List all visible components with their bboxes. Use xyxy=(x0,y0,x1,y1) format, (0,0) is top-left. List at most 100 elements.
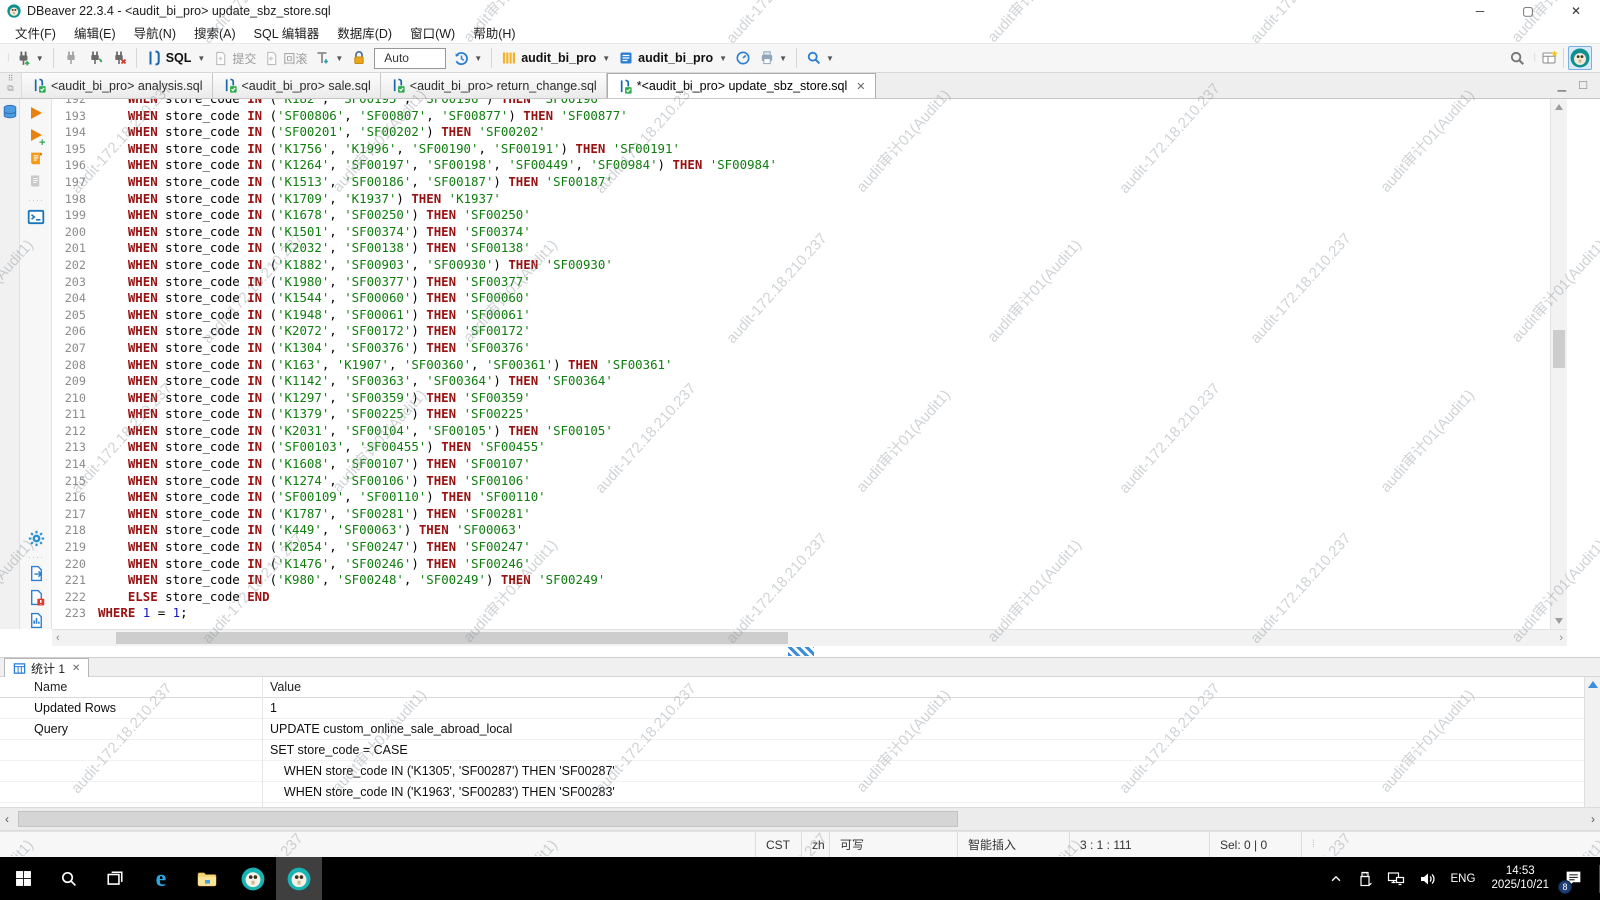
taskbar-dbeaver-button[interactable] xyxy=(230,857,276,900)
column-header-name[interactable]: Name xyxy=(0,680,262,694)
menu-item-3[interactable]: 搜索(A) xyxy=(185,21,245,44)
editor-tab-1[interactable]: <audit_bi_pro> sale.sql xyxy=(213,73,381,98)
code-line-213[interactable]: 213 WHEN store_code IN ('SF00103', 'SF00… xyxy=(52,439,1550,456)
editor-tab-3[interactable]: *<audit_bi_pro> update_sbz_store.sql✕ xyxy=(607,73,876,98)
sql-console-button[interactable] xyxy=(20,208,52,226)
code-line-217[interactable]: 217 WHEN store_code IN ('K1787', 'SF0028… xyxy=(52,506,1550,523)
code-line-198[interactable]: 198 WHEN store_code IN ('K1709', 'K1937'… xyxy=(52,191,1550,208)
task-view-button[interactable] xyxy=(92,857,138,900)
code-line-195[interactable]: 195 WHEN store_code IN ('K1756', 'K1996'… xyxy=(52,141,1550,158)
results-vertical-scrollbar[interactable] xyxy=(1584,677,1600,807)
code-line-221[interactable]: 221 WHEN store_code IN ('K980', 'SF00248… xyxy=(52,572,1550,589)
scroll-down-arrow-icon[interactable] xyxy=(1555,618,1563,624)
code-line-203[interactable]: 203 WHEN store_code IN ('K1980', 'SF0037… xyxy=(52,274,1550,291)
scrollbar-thumb[interactable] xyxy=(116,632,788,644)
execute-script-button[interactable] xyxy=(20,151,52,168)
editor-tab-0[interactable]: <audit_bi_pro> analysis.sql xyxy=(22,73,213,98)
grid-row-0[interactable]: Updated Rows1 xyxy=(0,698,1584,719)
code-line-222[interactable]: 222 ELSE store_code END xyxy=(52,589,1550,606)
menu-item-5[interactable]: 数据库(D) xyxy=(328,21,401,44)
code-line-192[interactable]: 192 WHEN store_code IN ('K182', 'SF00195… xyxy=(52,99,1550,108)
minimize-editor-icon[interactable]: ▁ xyxy=(1558,79,1566,92)
sql-editor-button[interactable]: SQL ▼ xyxy=(143,48,209,68)
code-line-223[interactable]: 223WHERE 1 = 1; xyxy=(52,605,1550,622)
code-line-197[interactable]: 197 WHEN store_code IN ('K1513', 'SF0018… xyxy=(52,174,1550,191)
minimize-button[interactable]: ─ xyxy=(1456,0,1504,22)
maximize-button[interactable]: ▢ xyxy=(1504,0,1552,22)
editor-horizontal-scrollbar[interactable]: ‹ › xyxy=(52,629,1567,646)
grid-row-3[interactable]: WHEN store_code IN ('K1305', 'SF00287') … xyxy=(0,761,1584,782)
close-icon[interactable]: ✕ xyxy=(72,663,80,674)
column-header-value[interactable]: Value xyxy=(262,680,301,694)
taskbar-search-button[interactable] xyxy=(46,857,92,900)
scrollbar-thumb[interactable] xyxy=(1553,330,1565,368)
taskbar-dbeaver-active-button[interactable] xyxy=(276,857,322,900)
open-perspective-icon[interactable] xyxy=(1541,49,1559,67)
code-line-215[interactable]: 215 WHEN store_code IN ('K1274', 'SF0010… xyxy=(52,473,1550,490)
close-button[interactable]: ✕ xyxy=(1552,0,1600,22)
code-line-204[interactable]: 204 WHEN store_code IN ('K1544', 'SF0006… xyxy=(52,290,1550,307)
quick-search-icon[interactable] xyxy=(1509,50,1526,67)
code-line-205[interactable]: 205 WHEN store_code IN ('K1948', 'SF0006… xyxy=(52,307,1550,324)
menu-item-6[interactable]: 窗口(W) xyxy=(401,21,464,44)
code-line-207[interactable]: 207 WHEN store_code IN ('K1304', 'SF0037… xyxy=(52,340,1550,357)
menu-item-2[interactable]: 导航(N) xyxy=(125,21,185,44)
code-line-194[interactable]: 194 WHEN store_code IN ('SF00201', 'SF00… xyxy=(52,124,1550,141)
tray-expand-button[interactable] xyxy=(1322,857,1350,900)
transaction-log-button[interactable]: ▼ xyxy=(450,48,485,69)
maximize-editor-icon[interactable]: ☐ xyxy=(1578,79,1588,92)
export-result-button[interactable] xyxy=(20,565,52,582)
code-line-220[interactable]: 220 WHEN store_code IN ('K1476', 'SF0024… xyxy=(52,556,1550,573)
scroll-up-arrow-icon[interactable] xyxy=(1588,681,1598,688)
start-button[interactable] xyxy=(0,857,46,900)
commit-button[interactable]: 提交 xyxy=(210,48,259,69)
scroll-left-arrow-icon[interactable]: ‹ xyxy=(5,811,9,827)
menu-item-4[interactable]: SQL 编辑器 xyxy=(245,21,329,44)
sash-grab-handle[interactable] xyxy=(788,647,814,656)
editor-vertical-scrollbar[interactable] xyxy=(1550,99,1567,629)
reconnect-button[interactable] xyxy=(84,48,106,68)
code-line-196[interactable]: 196 WHEN store_code IN ('K1264', 'SF0019… xyxy=(52,157,1550,174)
rollback-button[interactable]: 回滚 xyxy=(261,48,310,69)
code-line-212[interactable]: 212 WHEN store_code IN ('K2031', 'SF0010… xyxy=(52,423,1550,440)
code-line-199[interactable]: 199 WHEN store_code IN ('K1678', 'SF0025… xyxy=(52,207,1550,224)
connect-button[interactable] xyxy=(60,48,82,68)
transaction-mode-button[interactable]: ▼ xyxy=(312,48,346,68)
grid-row-4[interactable]: WHEN store_code IN ('K1963', 'SF00283') … xyxy=(0,782,1584,803)
database-selector[interactable]: audit_bi_pro ▼ xyxy=(498,48,613,68)
status-caret-position[interactable]: 3 : 1 : 111 xyxy=(1069,832,1209,857)
code-line-211[interactable]: 211 WHEN store_code IN ('K1379', 'SF0022… xyxy=(52,406,1550,423)
scrollbar-thumb[interactable] xyxy=(18,811,958,827)
editor-tab-2[interactable]: <audit_bi_pro> return_change.sql xyxy=(381,73,607,98)
tray-language[interactable]: ENG xyxy=(1444,857,1483,900)
code-line-214[interactable]: 214 WHEN store_code IN ('K1608', 'SF0010… xyxy=(52,456,1550,473)
schema-selector[interactable]: audit_bi_pro ▼ xyxy=(615,48,730,68)
scroll-up-arrow-icon[interactable] xyxy=(1555,104,1563,110)
grid-row-2[interactable]: SET store_code = CASE xyxy=(0,740,1584,761)
code-line-202[interactable]: 202 WHEN store_code IN ('K1882', 'SF0090… xyxy=(52,257,1550,274)
code-line-218[interactable]: 218 WHEN store_code IN ('K449', 'SF00063… xyxy=(52,522,1550,539)
code-line-210[interactable]: 210 WHEN store_code IN ('K1297', 'SF0035… xyxy=(52,390,1550,407)
tab-statistics[interactable]: 统计 1 ✕ xyxy=(4,658,89,678)
menu-item-0[interactable]: 文件(F) xyxy=(6,21,65,44)
tray-volume-button[interactable] xyxy=(1412,857,1444,900)
output-button[interactable]: ▼ xyxy=(756,48,790,68)
code-line-216[interactable]: 216 WHEN store_code IN ('SF00109', 'SF00… xyxy=(52,489,1550,506)
code-line-201[interactable]: 201 WHEN store_code IN ('K2032', 'SF0013… xyxy=(52,240,1550,257)
sql-editor[interactable]: 192 WHEN store_code IN ('K182', 'SF00195… xyxy=(52,99,1550,629)
collapsed-database-navigator[interactable] xyxy=(0,99,20,629)
taskbar-explorer-button[interactable] xyxy=(184,857,230,900)
taskbar-ie-button[interactable]: e xyxy=(138,857,184,900)
grid-row-1[interactable]: QueryUPDATE custom_online_sale_abroad_lo… xyxy=(0,719,1584,740)
column-divider[interactable] xyxy=(262,677,263,807)
execute-statement-button[interactable] xyxy=(20,107,52,119)
code-line-200[interactable]: 200 WHEN store_code IN ('K1501', 'SF0037… xyxy=(52,224,1550,241)
commit-mode-combo[interactable]: Auto xyxy=(374,48,446,69)
scroll-right-arrow-icon[interactable]: › xyxy=(1559,631,1563,645)
dashboard-button[interactable] xyxy=(732,48,754,68)
editor-settings-button[interactable] xyxy=(20,530,52,547)
scroll-left-arrow-icon[interactable]: ‹ xyxy=(56,631,60,645)
status-insert-mode[interactable]: 智能插入 xyxy=(957,832,1069,857)
new-connection-button[interactable]: ▼ xyxy=(12,48,47,69)
lock-button[interactable] xyxy=(348,48,370,68)
